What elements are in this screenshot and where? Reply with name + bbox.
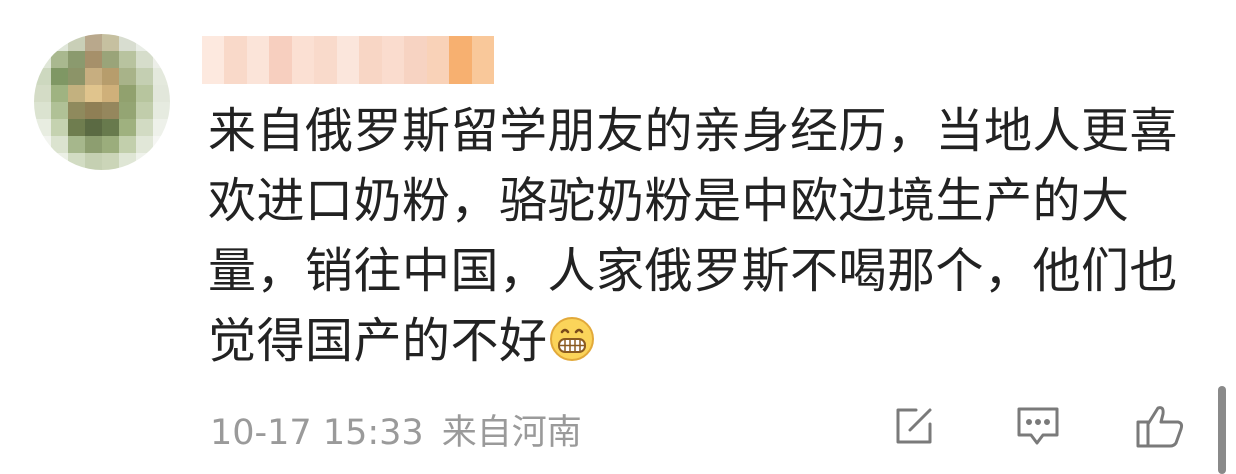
comment-body: 来自俄罗斯留学朋友的亲身经历，当地人更喜欢进口奶粉，骆驼奶粉是中欧边境生产的大量… bbox=[208, 103, 1179, 369]
avatar[interactable] bbox=[34, 34, 170, 170]
like-button[interactable] bbox=[1132, 398, 1188, 454]
repost-button[interactable] bbox=[886, 398, 942, 454]
reply-button[interactable] bbox=[1010, 398, 1066, 454]
comment-text: 来自俄罗斯留学朋友的亲身经历，当地人更喜欢进口奶粉，骆驼奶粉是中欧边境生产的大量… bbox=[208, 96, 1208, 376]
comment-time: 10-17 15:33 bbox=[210, 413, 424, 453]
comment-location: 来自河南 bbox=[441, 413, 582, 453]
thumbs-up-icon bbox=[1136, 406, 1184, 448]
username[interactable] bbox=[202, 36, 495, 84]
edit-share-icon bbox=[896, 408, 932, 444]
comment-meta: 10-17 15:33 来自河南 bbox=[210, 404, 582, 455]
comment-icon bbox=[1017, 407, 1059, 445]
grinning-face-emoji-icon bbox=[549, 317, 594, 361]
scrollbar[interactable] bbox=[1218, 386, 1226, 474]
